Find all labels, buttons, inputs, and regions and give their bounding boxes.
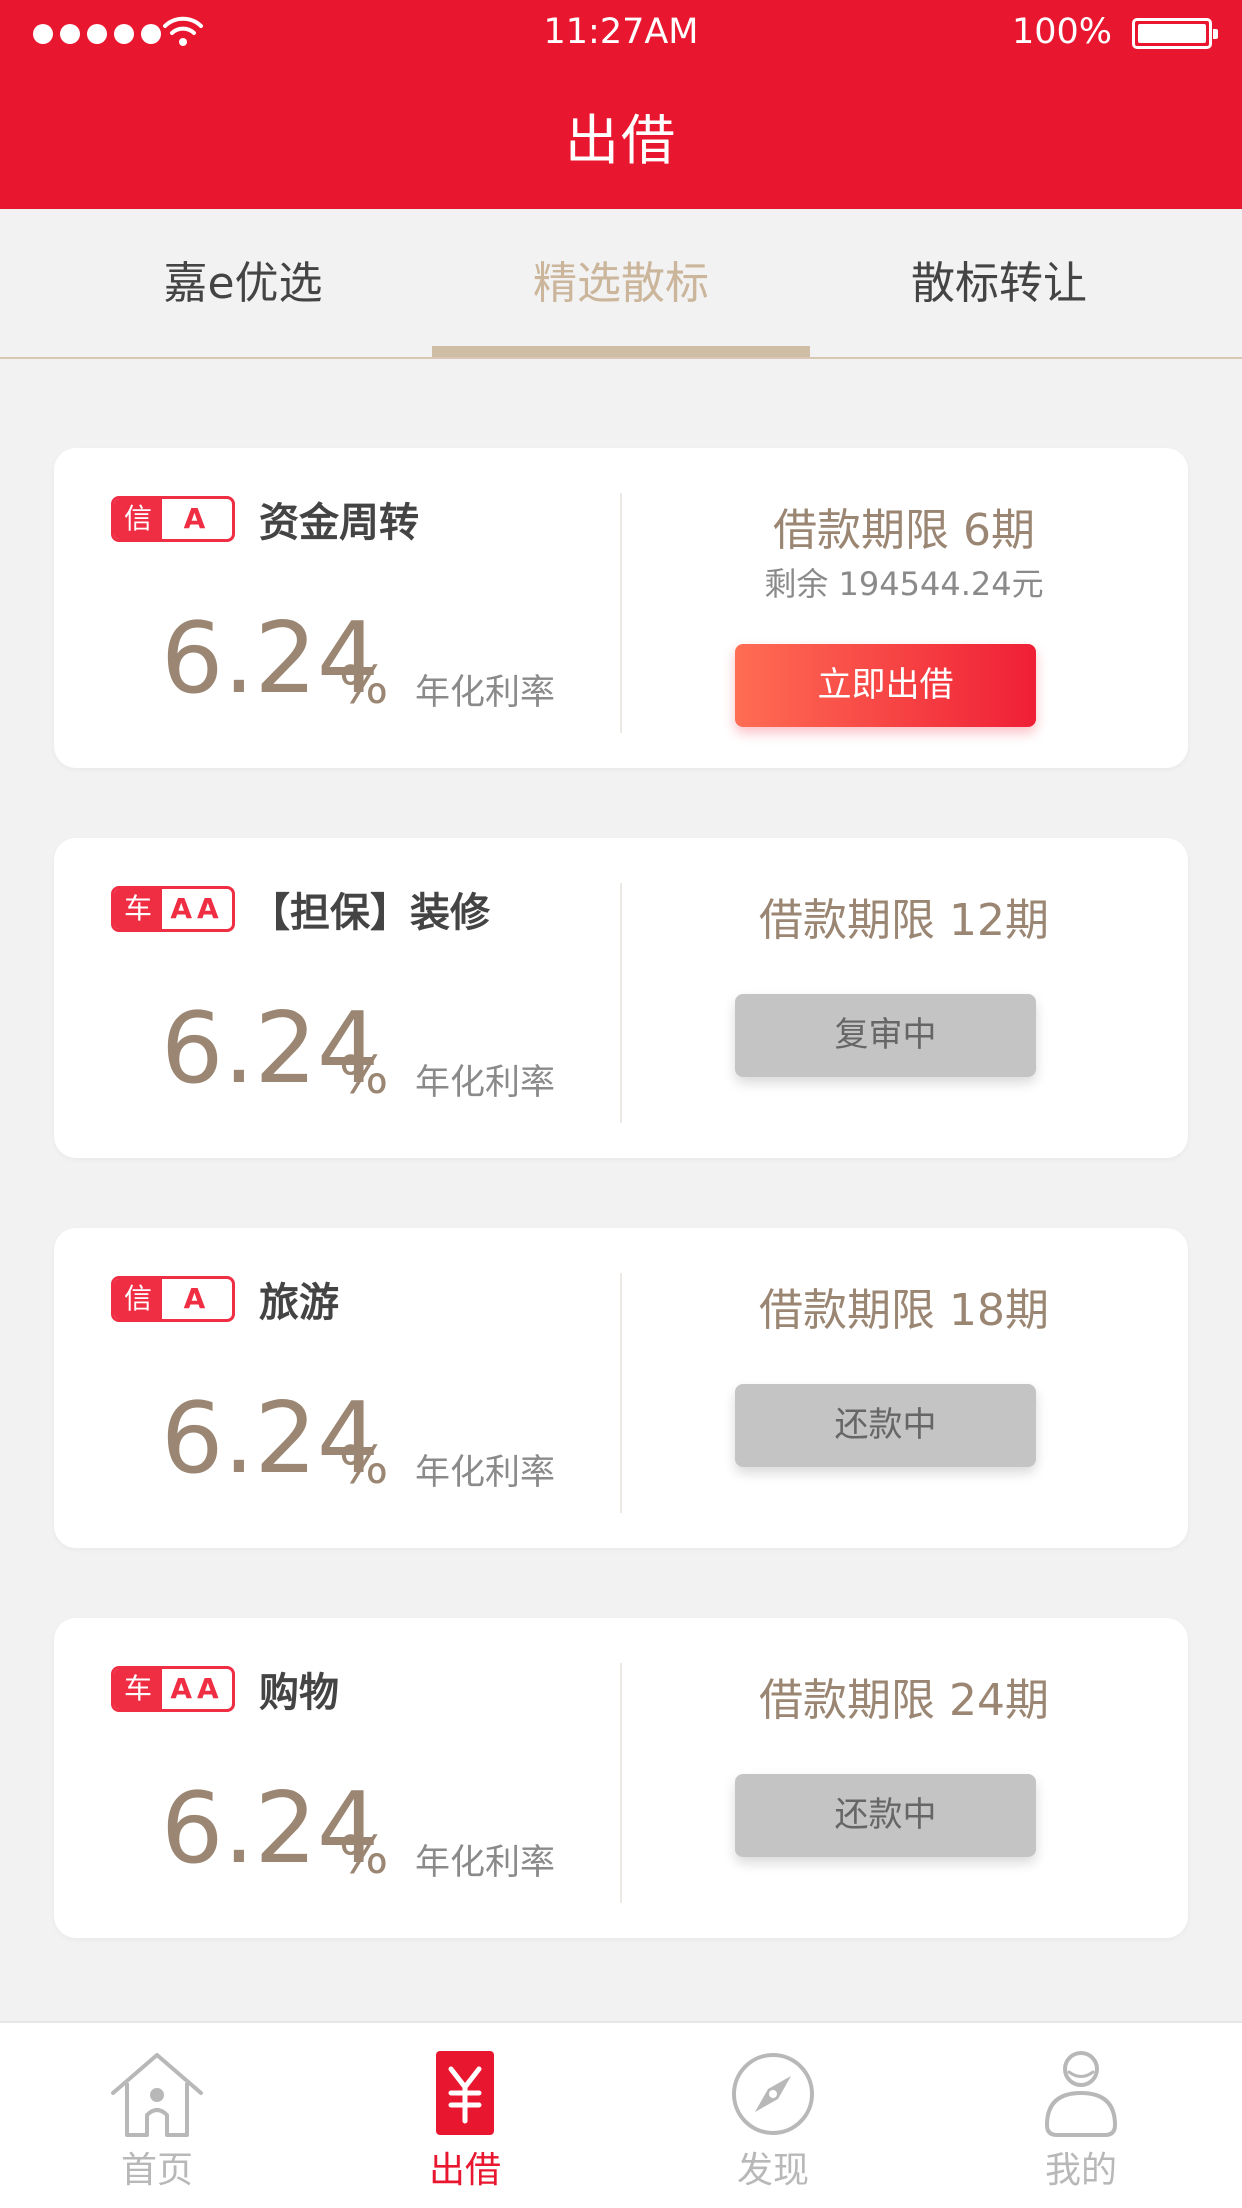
loan-type-label: 信: [114, 1279, 162, 1319]
loan-badge: 车 AA: [111, 886, 235, 932]
status-button[interactable]: 还款中: [735, 1384, 1036, 1467]
loan-title: 旅游: [259, 1280, 339, 1326]
tab-bar: 嘉e优选 精选散标 散标转让: [0, 209, 1242, 359]
battery-icon: [1132, 18, 1218, 49]
nav-item-mine[interactable]: 我的: [926, 2023, 1236, 2208]
rate-unit: %: [339, 1046, 389, 1106]
nav-item-discover[interactable]: 发现: [618, 2023, 928, 2208]
loan-grade-label: AA: [170, 892, 224, 925]
tab-sanbiao-zhuanrang[interactable]: 散标转让: [810, 209, 1188, 359]
loan-card[interactable]: 车 AA 购物 6.24 % 年化利率 借款期限 24期 还款中: [54, 1618, 1188, 1938]
loan-grade-label: A: [183, 1282, 211, 1315]
battery-percent: 100%: [1011, 12, 1112, 52]
loan-card[interactable]: 信 A 旅游 6.24 % 年化利率 借款期限 18期 还款中: [54, 1228, 1188, 1548]
loan-type-label: 信: [114, 499, 162, 539]
loan-term: 借款期限 12期: [759, 895, 1049, 946]
loan-badge: 车 AA: [111, 1666, 235, 1712]
rate-label: 年化利率: [415, 1843, 556, 1883]
rate-label: 年化利率: [415, 1063, 556, 1103]
rate-unit: %: [339, 1436, 389, 1496]
loan-title: 购物: [259, 1670, 339, 1716]
loan-badge: 信 A: [111, 1276, 235, 1322]
loan-card[interactable]: 车 AA 【担保】装修 6.24 % 年化利率 借款期限 12期 复审中: [54, 838, 1188, 1158]
rate-label: 年化利率: [415, 673, 556, 713]
nav-label-mine: 我的: [1044, 2150, 1117, 2191]
loan-badge: 信 A: [111, 496, 235, 542]
loan-term: 借款期限 18期: [759, 1285, 1049, 1336]
loan-term: 借款期限 6期: [773, 505, 1035, 556]
nav-item-lend[interactable]: 出借: [310, 2023, 620, 2208]
home-icon: [111, 2053, 203, 2137]
status-button[interactable]: 复审中: [735, 994, 1036, 1077]
loan-title: 资金周转: [259, 500, 419, 546]
rate-unit: %: [339, 1826, 389, 1886]
tab-jingxuan-sanbiao[interactable]: 精选散标: [432, 209, 810, 359]
loan-card[interactable]: 信 A 资金周转 6.24 % 年化利率 借款期限 6期 剩余 194544.2…: [54, 448, 1188, 768]
bottom-nav: 首页 出借 发现 我的: [0, 2021, 1242, 2208]
active-tab-indicator: [432, 346, 810, 357]
status-bar: 11:27AM 100%: [0, 0, 1242, 66]
compass-icon: [732, 2053, 814, 2135]
nav-item-home[interactable]: 首页: [2, 2023, 312, 2208]
nav-label-discover: 发现: [736, 2150, 809, 2191]
lend-now-button[interactable]: 立即出借: [735, 644, 1036, 727]
loan-type-label: 车: [114, 889, 162, 929]
rate-label: 年化利率: [415, 1453, 556, 1493]
status-button[interactable]: 还款中: [735, 1774, 1036, 1857]
remaining-amount: 剩余 194544.24元: [764, 565, 1044, 603]
loan-term: 借款期限 24期: [759, 1675, 1049, 1726]
page-title: 出借: [565, 109, 677, 172]
nav-label-home: 首页: [120, 2150, 193, 2191]
loan-type-label: 车: [114, 1669, 162, 1709]
loan-grade-label: A: [183, 502, 211, 535]
app-header: 11:27AM 100% 出借: [0, 0, 1242, 209]
rate-unit: %: [339, 656, 389, 716]
tab-jiae-youxuan[interactable]: 嘉e优选: [0, 209, 486, 359]
loan-grade-label: AA: [170, 1672, 224, 1705]
nav-label-lend: 出借: [428, 2150, 501, 2191]
yen-icon: [436, 2051, 494, 2135]
loan-title: 【担保】装修: [250, 890, 490, 936]
user-icon: [1044, 2051, 1118, 2137]
